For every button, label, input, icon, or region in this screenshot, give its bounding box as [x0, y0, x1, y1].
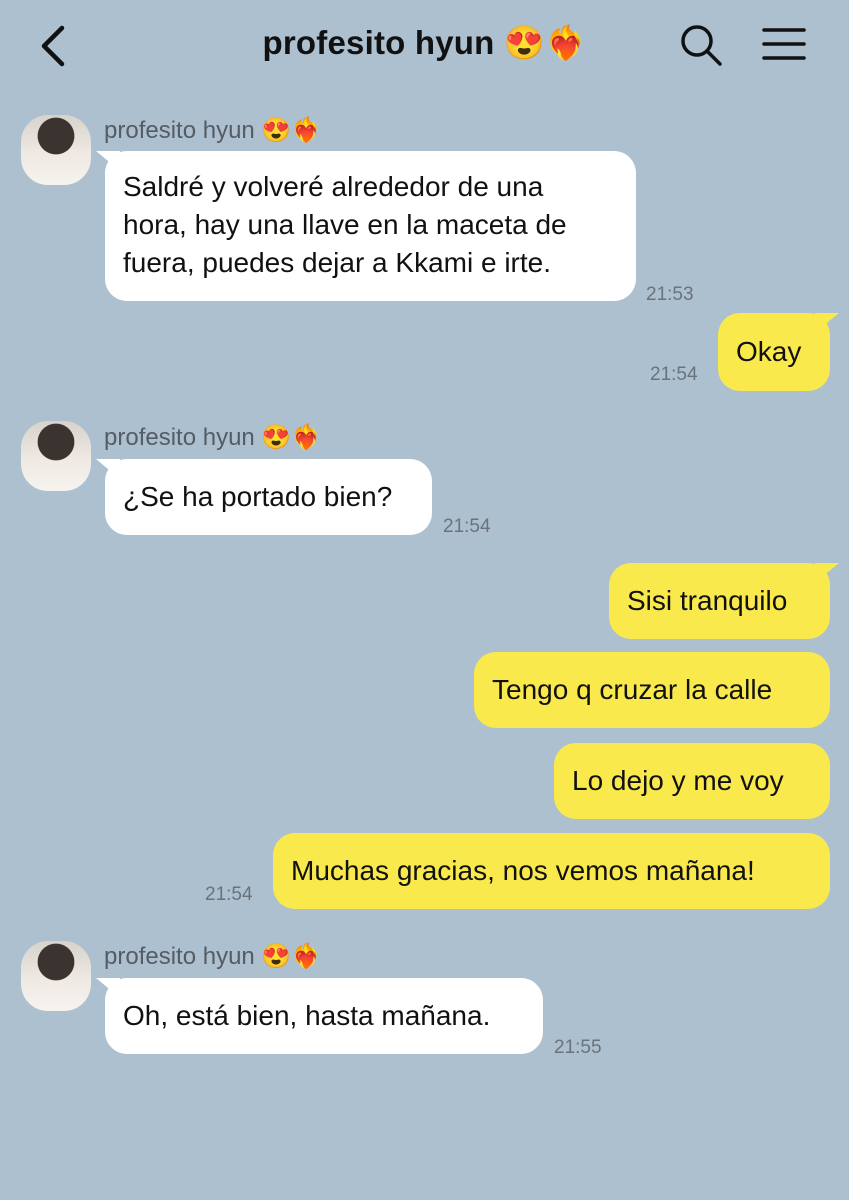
hamburger-menu-icon[interactable] — [760, 24, 808, 64]
message-line: fuera, puedes dejar a Kkami e irte. — [123, 247, 552, 278]
search-icon[interactable] — [678, 22, 724, 68]
message-time: 21:55 — [554, 1037, 602, 1058]
chat-header: profesito hyun 😍❤️‍🔥 — [0, 0, 849, 92]
message-bubble-sent[interactable]: Muchas gracias, nos vemos mañana! — [273, 833, 830, 909]
message-text: Oh, está bien, hasta mañana. — [123, 1000, 491, 1031]
message-bubble-sent[interactable]: Sisi tranquilo — [609, 563, 830, 639]
message-line: hora, hay una llave en la maceta de — [123, 209, 567, 240]
message-time: 21:54 — [205, 884, 253, 905]
message-text: Sisi tranquilo — [627, 585, 788, 616]
message-bubble-received[interactable]: Oh, está bien, hasta mañana. — [105, 978, 543, 1054]
message-line: Saldré y volveré alrededor de una — [123, 171, 544, 202]
message-time: 21:54 — [443, 516, 491, 537]
message-text: Tengo q cruzar la calle — [492, 674, 773, 705]
sender-name: profesito hyun 😍❤️‍🔥 — [104, 424, 322, 451]
message-bubble-sent[interactable]: Okay — [718, 313, 830, 391]
message-bubble-sent[interactable]: Tengo q cruzar la calle — [474, 652, 830, 728]
message-text: ¿Se ha portado bien? — [123, 481, 393, 512]
sender-name: profesito hyun 😍❤️‍🔥 — [104, 943, 322, 970]
avatar[interactable] — [21, 421, 91, 491]
avatar[interactable] — [21, 115, 91, 185]
message-text: Lo dejo y me voy — [572, 765, 784, 796]
message-text: Okay — [736, 336, 802, 367]
avatar[interactable] — [21, 941, 91, 1011]
sender-name: profesito hyun 😍❤️‍🔥 — [104, 117, 322, 144]
message-time: 21:53 — [646, 284, 694, 305]
message-text: Muchas gracias, nos vemos mañana! — [291, 855, 755, 886]
message-bubble-received[interactable]: Saldré y volveré alrededor de una hora, … — [105, 151, 636, 301]
message-time: 21:54 — [650, 364, 698, 385]
message-bubble-received[interactable]: ¿Se ha portado bien? — [105, 459, 432, 535]
message-bubble-sent[interactable]: Lo dejo y me voy — [554, 743, 830, 819]
